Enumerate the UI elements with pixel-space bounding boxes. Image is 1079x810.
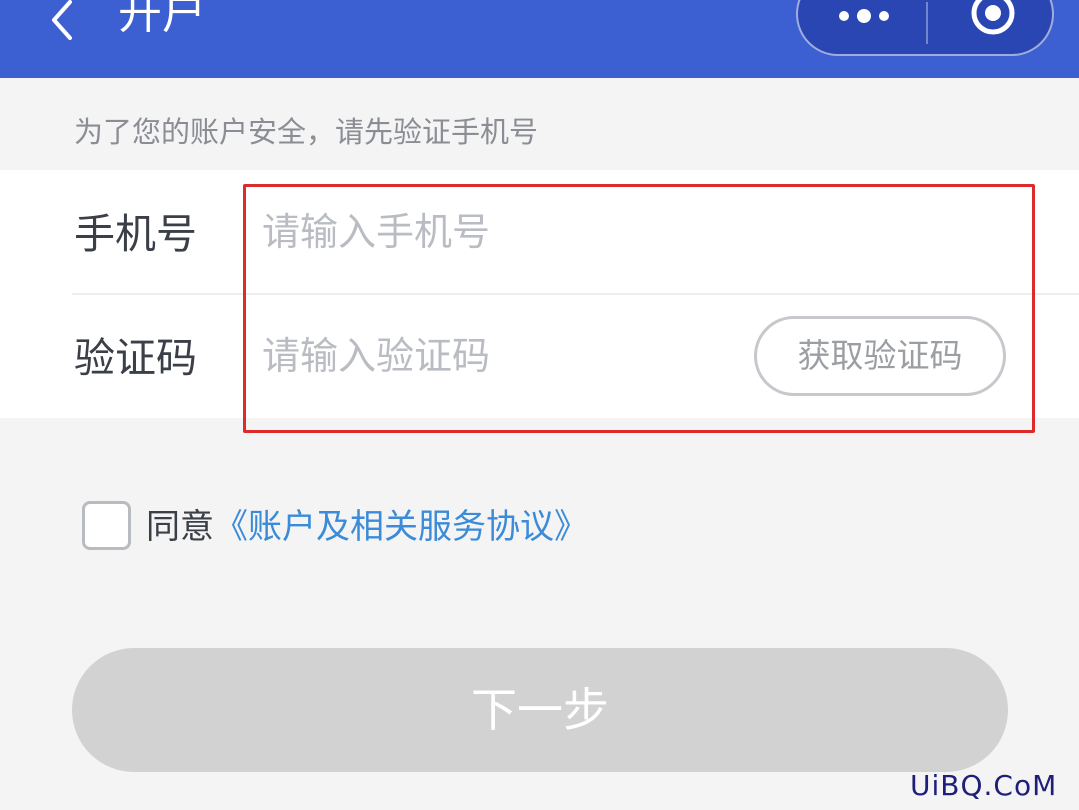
- target-circle-icon[interactable]: [968, 0, 1018, 38]
- agreement-link[interactable]: 《账户及相关服务协议》: [214, 507, 588, 547]
- menu-capsule: [796, 0, 1054, 56]
- agreement-text: 同意《账户及相关服务协议》: [146, 504, 588, 550]
- code-label: 验证码: [74, 334, 197, 382]
- code-input[interactable]: [262, 322, 732, 390]
- phone-label: 手机号: [74, 210, 197, 258]
- agreement-prefix: 同意: [146, 507, 214, 547]
- page-title: 开户: [118, 0, 206, 39]
- verify-form: 手机号 验证码 获取验证码: [0, 170, 1079, 418]
- phone-input[interactable]: [262, 198, 732, 266]
- capsule-divider: [926, 2, 928, 44]
- get-code-button[interactable]: 获取验证码: [754, 316, 1006, 396]
- more-dots-icon[interactable]: [834, 4, 894, 28]
- chevron-left-icon[interactable]: [44, 0, 84, 40]
- agreement-checkbox[interactable]: [82, 501, 131, 550]
- phone-row: 手机号: [0, 170, 1079, 295]
- code-row: 验证码 获取验证码: [0, 294, 1079, 418]
- verify-hint: 为了您的账户安全，请先验证手机号: [74, 115, 539, 149]
- title-bar: 开户: [0, 0, 1079, 78]
- next-step-button[interactable]: 下一步: [72, 648, 1008, 772]
- watermark: UiBQ.CoM: [910, 769, 1058, 802]
